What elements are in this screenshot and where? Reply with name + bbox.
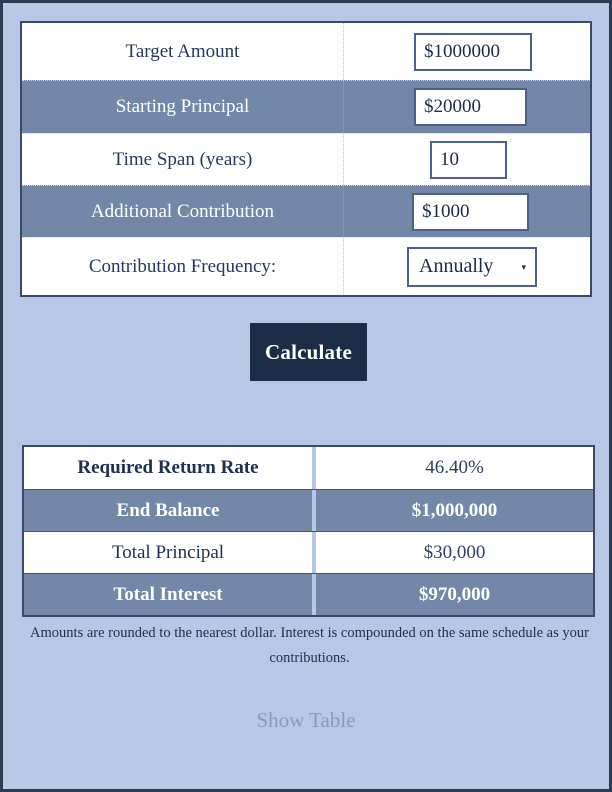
results-table: Required Return Rate 46.40% End Balance … (22, 445, 595, 617)
input-row-starting-principal: Starting Principal $20000 (22, 80, 590, 133)
result-row-total-principal: Total Principal $30,000 (24, 531, 593, 573)
input-label-time-span: Time Span (years) (22, 134, 344, 185)
result-row-total-interest: Total Interest $970,000 (24, 573, 593, 615)
result-value-required-return-rate: 46.40% (425, 457, 484, 478)
result-label-total-interest: Total Interest (113, 583, 223, 605)
calculate-button[interactable]: Calculate (250, 323, 367, 381)
input-row-contribution-frequency: Contribution Frequency: Annually ▾ (22, 237, 590, 295)
input-label-target-amount: Target Amount (22, 23, 344, 80)
contribution-frequency-select[interactable]: Annually ▾ (407, 246, 537, 287)
result-value-total-interest: $970,000 (418, 583, 491, 605)
input-table: Target Amount $1000000 Starting Principa… (20, 21, 592, 297)
input-row-target-amount: Target Amount $1000000 (22, 23, 590, 80)
result-label-end-balance: End Balance (116, 499, 220, 521)
input-cell-target-amount: $1000000 (344, 23, 590, 80)
input-cell-additional-contribution: $1000 (344, 186, 590, 237)
result-label-total-principal: Total Principal (111, 541, 225, 563)
result-label-required-return-rate: Required Return Rate (77, 457, 259, 478)
result-row-end-balance: End Balance $1,000,000 (24, 489, 593, 531)
input-row-additional-contribution: Additional Contribution $1000 (22, 185, 590, 237)
input-label-additional-contribution: Additional Contribution (22, 186, 344, 237)
input-label-starting-principal: Starting Principal (22, 81, 344, 133)
contribution-frequency-selected-value: Annually (419, 255, 494, 277)
result-value-total-principal: $30,000 (423, 541, 486, 563)
starting-principal-input[interactable]: $20000 (414, 88, 527, 126)
input-cell-contribution-frequency: Annually ▾ (344, 238, 590, 295)
show-table-link[interactable]: Show Table (3, 708, 609, 733)
target-amount-input[interactable]: $1000000 (414, 32, 532, 71)
input-label-contribution-frequency: Contribution Frequency: (22, 238, 344, 295)
result-value-end-balance: $1,000,000 (411, 499, 498, 521)
input-row-time-span: Time Span (years) 10 (22, 133, 590, 185)
chevron-down-icon: ▾ (521, 262, 526, 272)
result-row-required-return-rate: Required Return Rate 46.40% (24, 447, 593, 489)
input-cell-starting-principal: $20000 (344, 81, 590, 133)
time-span-input[interactable]: 10 (430, 140, 507, 179)
input-cell-time-span: 10 (344, 134, 590, 185)
footnote-text: Amounts are rounded to the nearest dolla… (30, 625, 589, 666)
additional-contribution-input[interactable]: $1000 (412, 192, 529, 231)
calculator-page: Target Amount $1000000 Starting Principa… (3, 3, 609, 789)
